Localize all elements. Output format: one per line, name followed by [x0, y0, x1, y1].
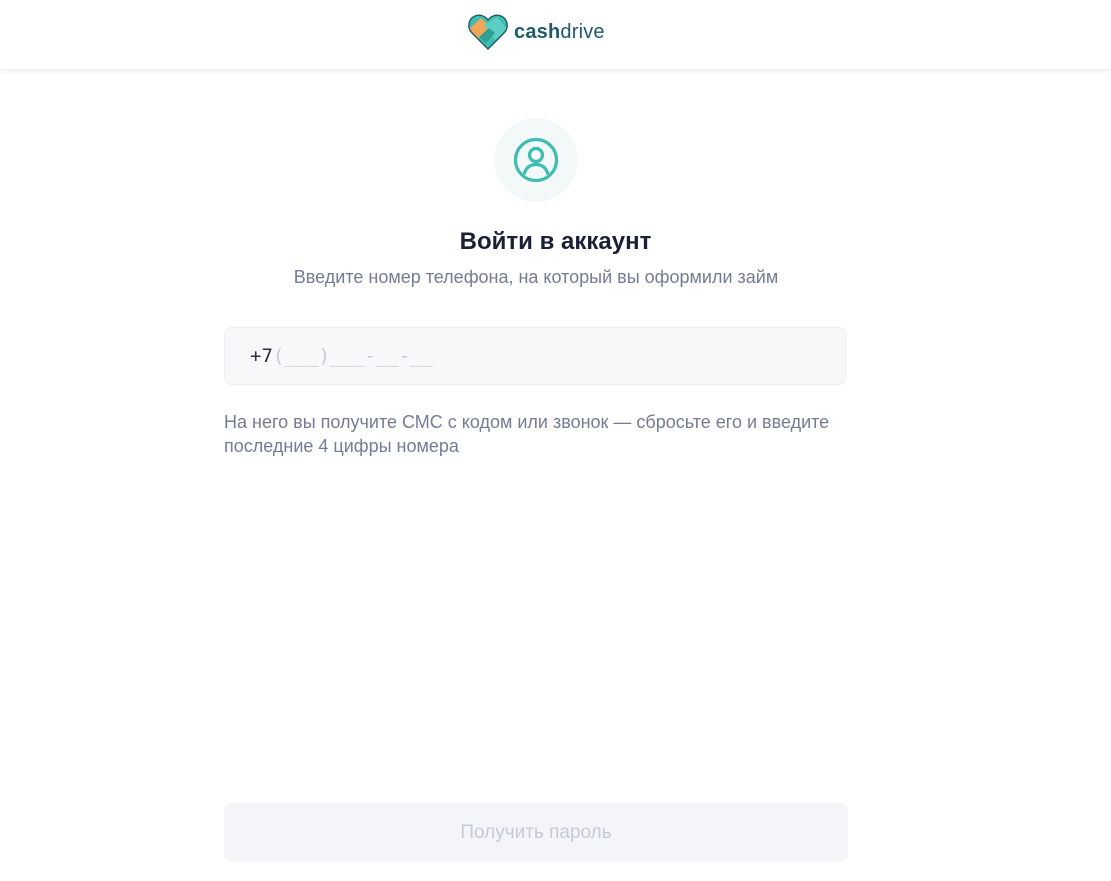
top-header: cashdrive — [0, 0, 1111, 70]
get-password-button[interactable]: Получить пароль — [224, 803, 848, 862]
page-subtitle: Введите номер телефона, на который вы оф… — [293, 267, 779, 287]
phone-country-code: +7 — [250, 345, 273, 367]
phone-input[interactable] — [272, 345, 793, 367]
user-circle-icon — [513, 137, 559, 183]
avatar — [494, 118, 578, 202]
handshake-heart-icon — [468, 14, 508, 50]
phone-field[interactable]: +7 — [224, 327, 846, 385]
sms-hint: На него вы получите СМС с кодом или звон… — [224, 412, 830, 456]
brand-logo[interactable]: cashdrive — [467, 12, 605, 52]
page-title: Войти в аккаунт — [459, 228, 652, 255]
brand-name: cashdrive — [514, 21, 605, 43]
